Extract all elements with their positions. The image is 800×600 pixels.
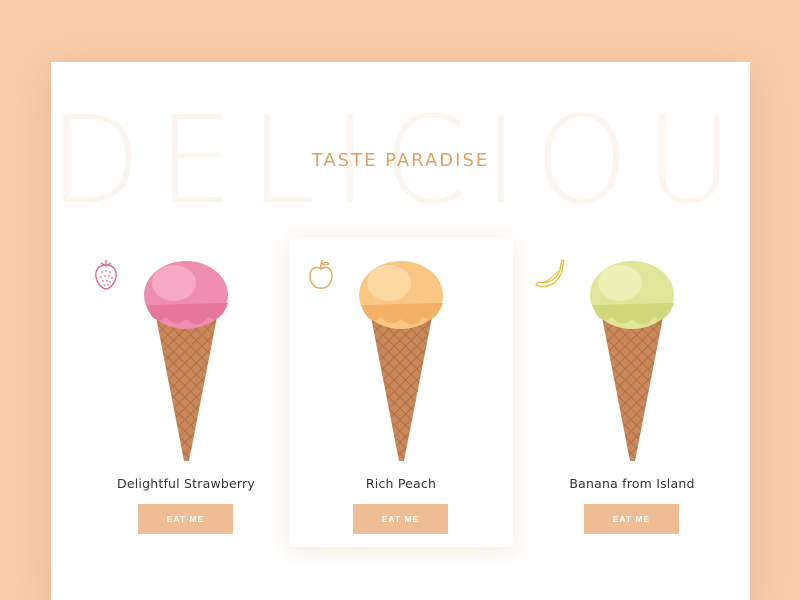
banana-icon	[534, 259, 565, 288]
ice-cream-cone-image	[590, 261, 674, 461]
product-name: Banana from Island	[569, 476, 695, 491]
apple-icon	[309, 259, 333, 289]
eat-me-button[interactable]: EAT ME	[138, 504, 233, 534]
product-card-strawberry[interactable]: Delightful Strawberry EAT ME	[74, 237, 298, 547]
product-card-peach[interactable]: Rich Peach EAT ME	[289, 237, 513, 547]
product-name: Delightful Strawberry	[117, 476, 255, 491]
ice-cream-cone-image	[144, 261, 228, 461]
eat-me-button[interactable]: EAT ME	[584, 504, 679, 534]
content-card: DELICIOUS TASTE PARADISE	[51, 62, 750, 600]
eat-me-button[interactable]: EAT ME	[353, 504, 448, 534]
product-card-banana[interactable]: Banana from Island EAT ME	[520, 237, 744, 547]
ice-cream-cone-image	[359, 261, 443, 461]
headline: TASTE PARADISE	[311, 150, 490, 171]
strawberry-icon	[95, 260, 117, 290]
product-name: Rich Peach	[365, 476, 437, 491]
